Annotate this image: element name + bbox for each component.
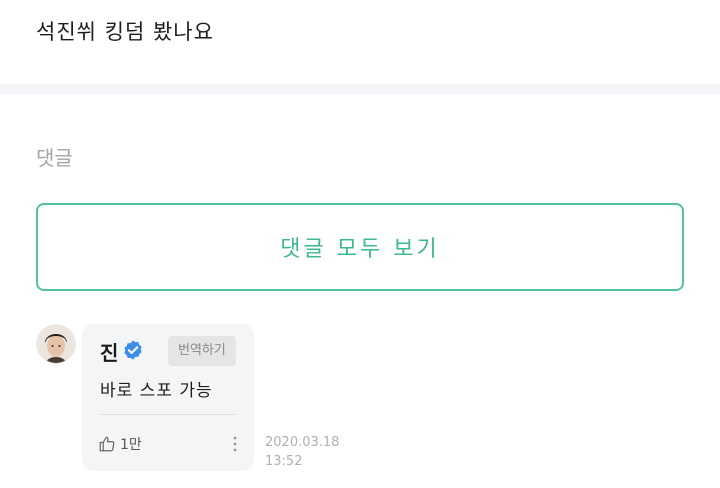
comment-text: 바로 스포 가능 <box>100 381 213 401</box>
comment-author-name[interactable]: 진 <box>100 337 118 366</box>
post-detail-page: 석진쒸 킹덤 봤나요 댓글 댓글 모두 보기 진 번역하기 바로 스포 가능 1… <box>0 0 720 488</box>
avatar[interactable] <box>36 324 76 364</box>
section-divider <box>0 84 720 94</box>
verified-badge-icon <box>122 339 144 361</box>
comment-timestamp: 2020.03.18 13:52 <box>265 433 339 471</box>
comment-date: 2020.03.18 <box>265 435 340 450</box>
avatar-image <box>37 325 75 363</box>
comments-heading: 댓글 <box>36 146 73 170</box>
more-vertical-icon[interactable] <box>232 435 238 453</box>
like-count: 1만 <box>120 437 142 453</box>
comment-time: 13:52 <box>265 454 303 469</box>
post-title: 석진쒸 킹덤 봤나요 <box>36 20 214 44</box>
thumbs-up-icon <box>98 435 116 453</box>
like-button[interactable]: 1만 <box>98 434 142 454</box>
translate-button[interactable]: 번역하기 <box>168 336 236 366</box>
comment-item: 진 번역하기 바로 스포 가능 1만 <box>82 324 254 471</box>
comment-divider <box>100 414 236 415</box>
view-all-comments-button[interactable]: 댓글 모두 보기 <box>36 203 684 291</box>
